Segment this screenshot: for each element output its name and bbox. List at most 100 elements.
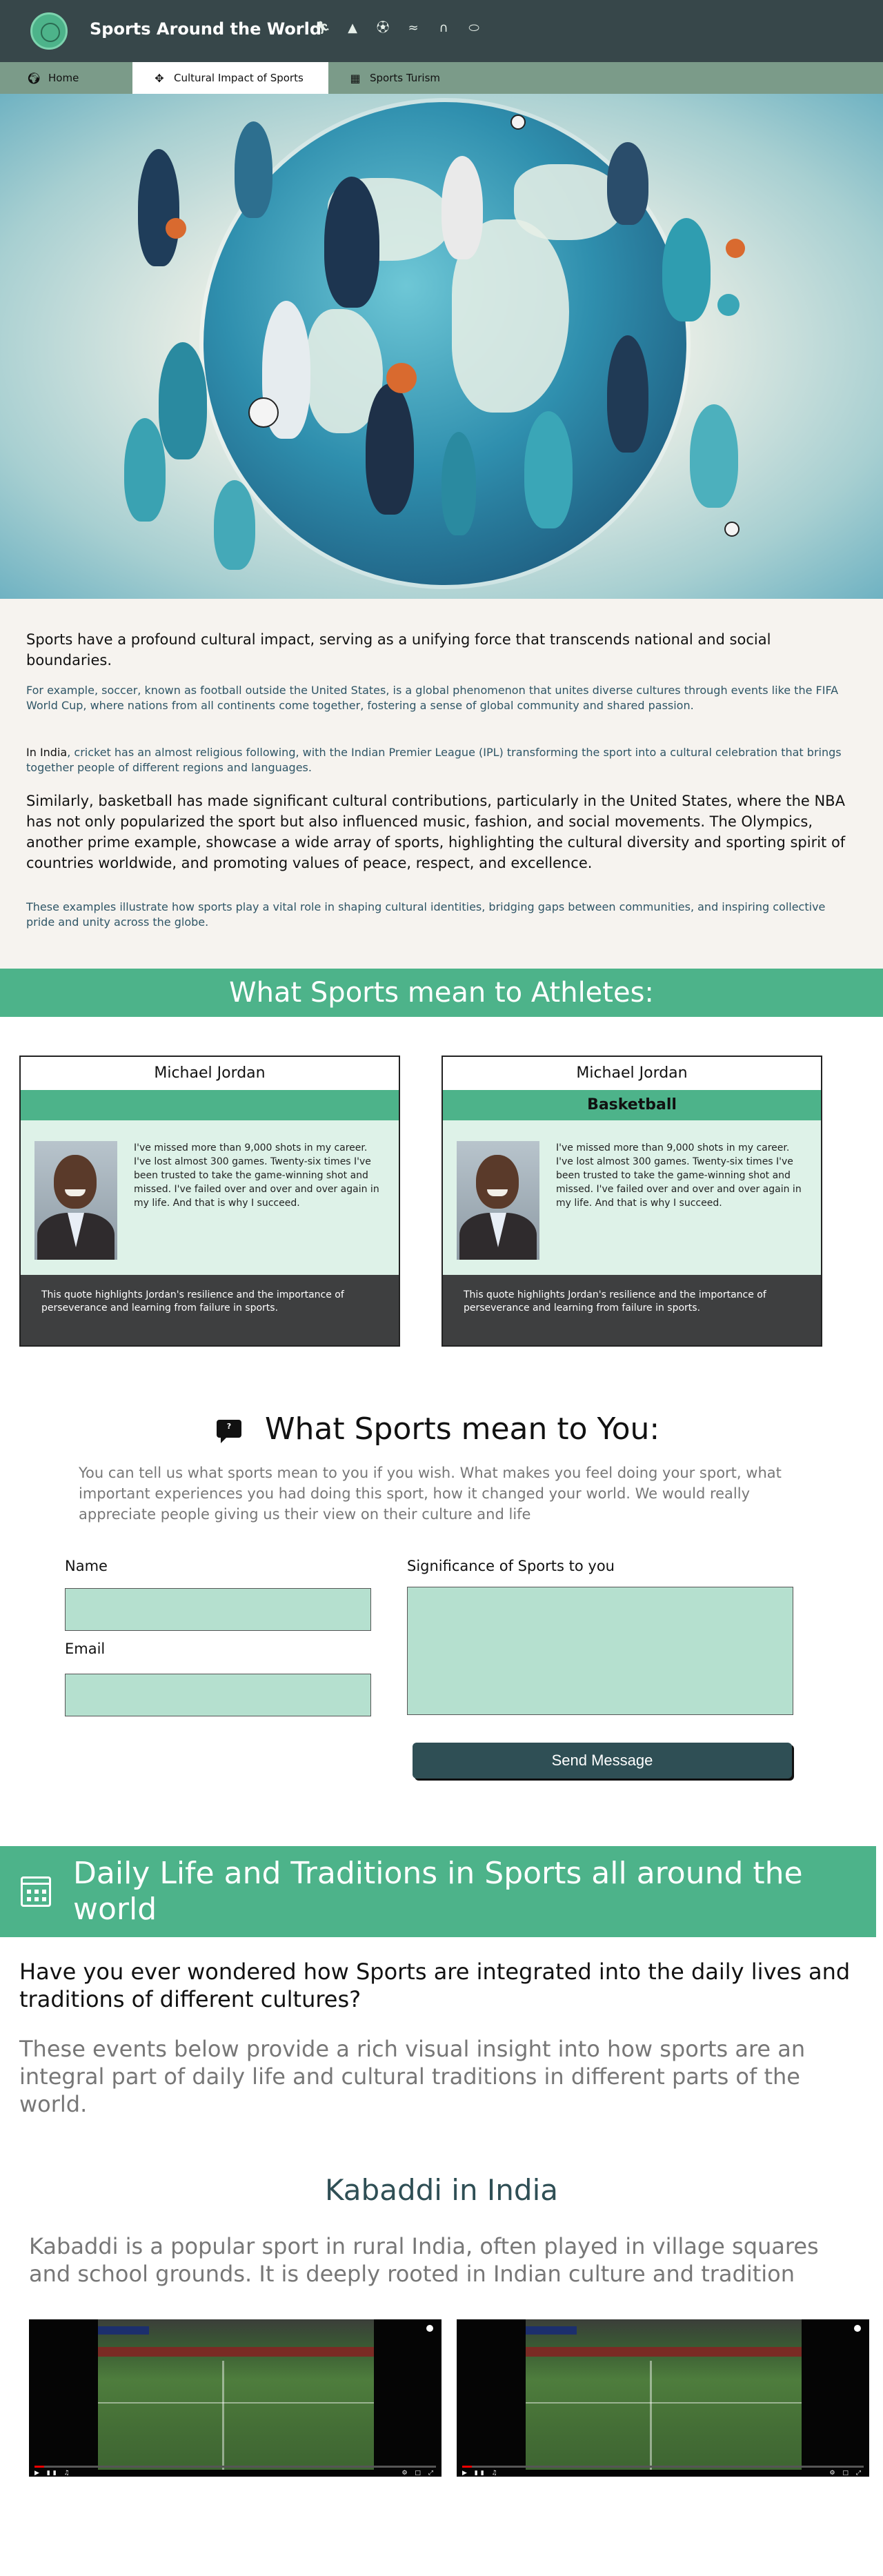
athletes-banner: What Sports mean to Athletes: — [0, 969, 883, 1017]
athlete-sport — [21, 1090, 399, 1120]
globe-icon: 🌍︎ — [26, 71, 41, 85]
tab-home-label: Home — [48, 72, 79, 84]
building-icon: ▦ — [350, 71, 361, 85]
intro-section: Sports have a profound cultural impact, … — [0, 599, 883, 969]
ball-image — [724, 522, 740, 537]
athlete-figure — [607, 142, 648, 225]
athletes-heading: What Sports mean to Athletes: — [229, 977, 654, 1009]
athlete-figure — [159, 342, 207, 459]
daily-life-heading: Daily Life and Traditions in Sports all … — [73, 1856, 803, 1927]
video-player[interactable]: ▶ ▮▮ ♫ ⚙ □ ⤢ — [29, 2319, 442, 2477]
soccer-ball-icon: ⚽︎ — [377, 21, 389, 35]
waves-icon: ≈ — [408, 21, 419, 35]
athlete-figure — [524, 411, 573, 528]
athlete-quote: I've missed more than 9,000 shots in my … — [134, 1142, 379, 1209]
daily-subtext: These events below provide a rich visual… — [19, 2036, 806, 2117]
athlete-photo — [34, 1141, 117, 1260]
calendar-icon — [21, 1876, 51, 1907]
athlete-figure — [366, 384, 414, 515]
athlete-card-body: I've missed more than 9,000 shots in my … — [443, 1120, 821, 1275]
question-chat-icon: ? — [217, 1420, 241, 1443]
nav-tabs: 🌍︎ Home ✥ Cultural Impact of Sports ▦ Sp… — [0, 62, 883, 94]
basketball-image — [386, 363, 417, 393]
intro-lead: Sports have a profound cultural impact, … — [26, 631, 771, 668]
progress-bar[interactable] — [34, 2466, 436, 2468]
athlete-figure — [662, 218, 711, 321]
hero-illustration — [0, 94, 883, 599]
soccer-ball-image — [510, 115, 526, 130]
progress-bar[interactable] — [462, 2466, 864, 2468]
player-settings[interactable]: ⚙ □ ⤢ — [830, 2470, 864, 2477]
rugby-ball-icon: ⬭ — [468, 21, 479, 35]
intro-india-strong: In India — [26, 746, 68, 759]
send-message-button[interactable]: Send Message — [413, 1743, 792, 1779]
info-icon[interactable] — [854, 2325, 861, 2332]
camel-icon: ∩ — [439, 21, 448, 35]
header-icons: 🏃︎ ▲ ⚽︎ ≈ ∩ ⬭ — [315, 21, 482, 36]
athlete-card: Michael Jordan Basketball I've missed mo… — [442, 1056, 822, 1347]
player-settings[interactable]: ⚙ □ ⤢ — [402, 2470, 437, 2477]
athlete-card-body: I've missed more than 9,000 shots in my … — [21, 1120, 399, 1275]
athlete-figure — [138, 149, 179, 266]
athlete-name: Michael Jordan — [154, 1064, 266, 1082]
mountain-icon: ▲ — [348, 21, 357, 35]
email-label: Email — [65, 1641, 106, 1657]
move-arrows-icon: ✥ — [155, 71, 164, 85]
kabaddi-title: Kabaddi in India — [325, 2173, 558, 2207]
intro-summary-paragraph: These examples illustrate how sports pla… — [26, 900, 826, 929]
play-controls[interactable]: ▶ ▮▮ ♫ — [462, 2470, 500, 2477]
video-player[interactable]: ▶ ▮▮ ♫ ⚙ □ ⤢ — [457, 2319, 869, 2477]
tab-sports-tourism[interactable]: ▦ Sports Turism — [348, 62, 499, 94]
basketball-image — [166, 218, 186, 239]
you-heading: What Sports mean to You: — [265, 1411, 660, 1447]
tab-cultural-label: Cultural Impact of Sports — [174, 72, 304, 84]
soccer-ball-image — [248, 397, 279, 428]
info-icon[interactable] — [426, 2325, 433, 2332]
tab-cultural-impact[interactable]: ✥ Cultural Impact of Sports — [132, 62, 328, 94]
name-field[interactable] — [65, 1588, 371, 1631]
athlete-figure — [324, 177, 379, 308]
athlete-sport: Basketball — [443, 1090, 821, 1120]
significance-textarea[interactable] — [407, 1587, 793, 1715]
intro-basketball-paragraph: Similarly, basketball has made significa… — [26, 793, 846, 871]
video-controls: ▶ ▮▮ ♫ ⚙ □ ⤢ — [462, 2466, 864, 2477]
athlete-quote: I've missed more than 9,000 shots in my … — [556, 1142, 802, 1209]
site-header: Sports Around the World 🏃︎ ▲ ⚽︎ ≈ ∩ ⬭ — [0, 0, 883, 62]
ball-image — [726, 239, 745, 258]
site-title: Sports Around the World — [90, 19, 322, 39]
athlete-figure — [442, 156, 483, 259]
athlete-note: This quote highlights Jordan's resilienc… — [464, 1289, 766, 1314]
athlete-card: Michael Jordan I've missed more than 9,0… — [19, 1056, 400, 1347]
intro-soccer-paragraph: For example, soccer, known as football o… — [26, 684, 839, 712]
tab-home[interactable]: 🌍︎ Home — [26, 62, 130, 94]
athlete-card-footer: This quote highlights Jordan's resilienc… — [21, 1275, 399, 1345]
athlete-figure — [607, 335, 648, 453]
athlete-name: Michael Jordan — [576, 1064, 688, 1082]
ball-image — [717, 294, 740, 316]
intro-india-paragraph: In India, cricket has an almost religiou… — [26, 745, 854, 775]
athlete-figure — [690, 404, 738, 508]
athlete-figure — [442, 432, 476, 535]
scoreboard-overlay — [98, 2326, 149, 2335]
runner-icon: 🏃︎ — [315, 21, 330, 35]
logo-icon[interactable] — [30, 12, 68, 50]
daily-question: Have you ever wondered how Sports are in… — [19, 1959, 851, 2012]
video-controls: ▶ ▮▮ ♫ ⚙ □ ⤢ — [34, 2466, 437, 2477]
video-thumbnail — [98, 2319, 374, 2470]
athlete-note: This quote highlights Jordan's resilienc… — [41, 1289, 344, 1314]
scoreboard-overlay — [526, 2326, 577, 2335]
daily-life-banner: Daily Life and Traditions in Sports all … — [0, 1846, 876, 1937]
email-field[interactable] — [65, 1674, 371, 1716]
tab-tourism-label: Sports Turism — [370, 72, 441, 84]
athlete-figure — [214, 480, 255, 570]
intro-india-rest: , cricket has an almost religious follow… — [26, 746, 842, 774]
play-controls[interactable]: ▶ ▮▮ ♫ — [34, 2470, 72, 2477]
athlete-figure — [124, 418, 166, 522]
you-description: You can tell us what sports mean to you … — [79, 1465, 782, 1523]
athlete-figure — [235, 121, 272, 218]
athlete-card-footer: This quote highlights Jordan's resilienc… — [443, 1275, 821, 1345]
significance-label: Significance of Sports to you — [407, 1558, 615, 1574]
name-label: Name — [65, 1558, 108, 1574]
video-thumbnail — [526, 2319, 802, 2470]
kabaddi-description: Kabaddi is a popular sport in rural Indi… — [29, 2233, 819, 2287]
